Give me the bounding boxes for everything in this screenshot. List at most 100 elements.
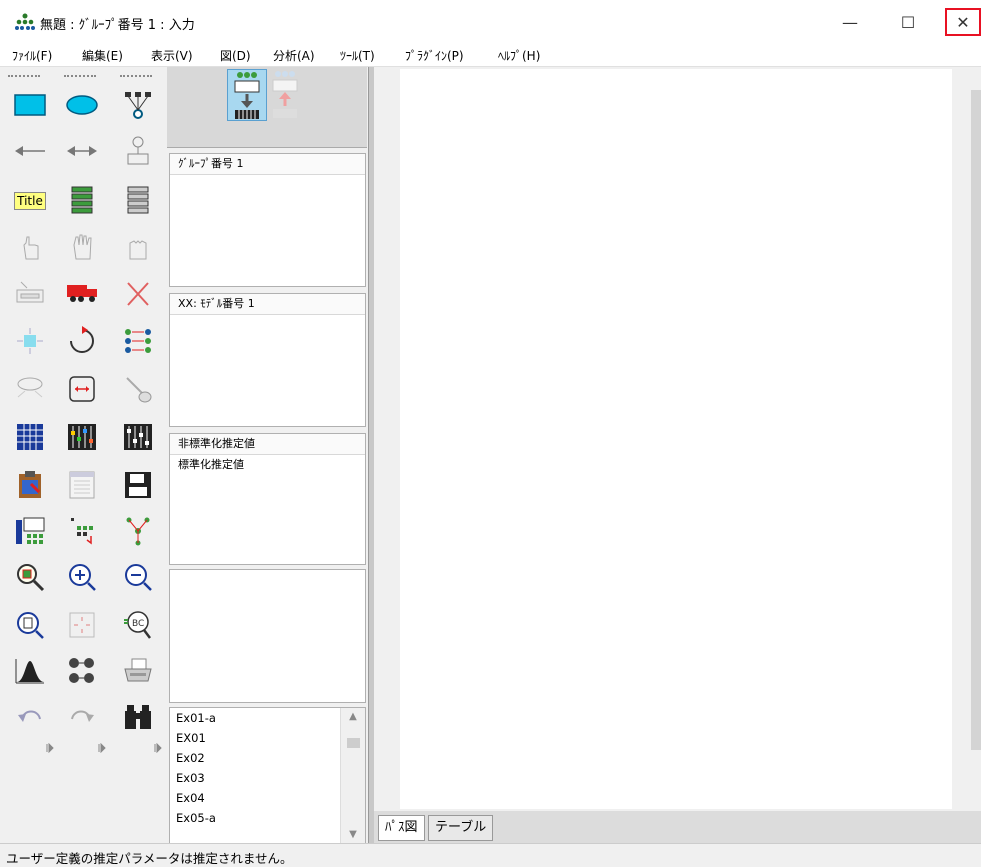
data-grid-icon: [17, 424, 43, 450]
magnifier-tool[interactable]: BC: [118, 607, 158, 643]
title-tool[interactable]: Title: [10, 183, 50, 219]
analysis-properties-tool[interactable]: [62, 419, 102, 455]
list-variables-in-dataset-tool[interactable]: [118, 183, 158, 219]
list-item[interactable]: Ex01-a: [170, 708, 365, 728]
copy-machine-icon: [16, 281, 44, 303]
menu-edit[interactable]: 編集(E): [82, 47, 123, 64]
zoom-in-area-tool[interactable]: [10, 559, 50, 595]
standardized-estimates-item[interactable]: 標準化推定値: [170, 455, 365, 475]
zoom-out-tool[interactable]: [118, 559, 158, 595]
deselect-all-tool[interactable]: [118, 229, 158, 265]
draw-path-tool[interactable]: [10, 133, 50, 169]
erase-x-icon: [127, 282, 149, 306]
draw-latent-indicator-tool[interactable]: [118, 87, 158, 123]
toolbox-expand-icon[interactable]: [46, 743, 54, 753]
undo-tool[interactable]: [10, 699, 50, 735]
toolbox-expand-icon[interactable]: [154, 743, 162, 753]
canvas-scrollbar[interactable]: [971, 90, 981, 750]
multiple-group-analysis-tool[interactable]: [62, 653, 102, 689]
fit-to-page-tool[interactable]: [62, 607, 102, 643]
tab-path-diagram[interactable]: ﾊﾟｽ図: [378, 815, 425, 841]
preserve-symmetries-tool[interactable]: [118, 513, 158, 549]
models-panel: XX: ﾓﾃﾞﾙ番号 1: [169, 293, 366, 427]
select-all-tool[interactable]: [62, 229, 102, 265]
draw-unobserved-variable-tool[interactable]: [62, 87, 102, 123]
toolbox-grip: [8, 75, 40, 79]
bayesian-estimation-tool[interactable]: [10, 653, 50, 689]
menu-bar: ﾌｧｲﾙ(F) 編集(E) 表示(V) 図(D) 分析(A) ﾂｰﾙ(T) ﾌﾟ…: [0, 44, 981, 67]
maximize-button[interactable]: ☐: [890, 8, 926, 36]
files-scrollbar[interactable]: ▲ ▼: [340, 708, 365, 844]
redo-tool[interactable]: [62, 699, 102, 735]
mode-panel: [167, 67, 367, 148]
svg-text:BC: BC: [132, 619, 144, 629]
menu-plugins[interactable]: ﾌﾟﾗｸﾞｲﾝ(P): [405, 47, 464, 64]
redo-icon: [71, 710, 94, 722]
ellipse-icon: [66, 95, 98, 115]
save-diagram-tool[interactable]: [118, 467, 158, 503]
side-panel: ｸﾞﾙｰﾌﾟ番号 1 XX: ﾓﾃﾞﾙ番号 1 非標準化推定値 標準化推定値 E…: [167, 67, 367, 845]
select-data-file-tool[interactable]: [10, 419, 50, 455]
model-item[interactable]: XX: ﾓﾃﾞﾙ番号 1: [170, 294, 365, 315]
add-unique-variable-tool[interactable]: [118, 133, 158, 169]
scroll-tool[interactable]: [62, 371, 102, 407]
status-text: ユーザー定義の推定パラメータは推定されません。: [6, 851, 293, 866]
drag-properties-tool[interactable]: [62, 513, 102, 549]
tab-table[interactable]: テーブル: [428, 815, 494, 841]
menu-file[interactable]: ﾌｧｲﾙ(F): [12, 47, 52, 64]
draw-observed-variable-tool[interactable]: [10, 87, 50, 123]
toolbox-expand-icon[interactable]: [98, 743, 106, 753]
arrow-left-icon: [15, 146, 45, 156]
scroll-up-icon[interactable]: ▲: [341, 708, 365, 726]
menu-analyze[interactable]: 分析(A): [273, 47, 315, 64]
view-page-tool[interactable]: [10, 607, 50, 643]
object-properties-tool[interactable]: [10, 513, 50, 549]
list-variables-in-model-tool[interactable]: [62, 183, 102, 219]
change-shape-tool[interactable]: [10, 323, 50, 359]
computation-summary-panel: [169, 569, 366, 703]
minimize-button[interactable]: —: [832, 8, 868, 36]
duplicate-tool[interactable]: [10, 275, 50, 311]
list-item[interactable]: EX01: [170, 728, 365, 748]
list-item[interactable]: Ex03: [170, 768, 365, 788]
copy-to-clipboard-tool[interactable]: [10, 467, 50, 503]
list-variables-icon: [71, 186, 93, 214]
draw-covariance-tool[interactable]: [62, 133, 102, 169]
move-tool[interactable]: [62, 275, 102, 311]
toolbox-grip: [64, 75, 96, 79]
latent-indicator-icon: [125, 92, 151, 119]
rectangle-icon: [14, 94, 46, 116]
menu-diagram[interactable]: 図(D): [220, 47, 251, 64]
menu-help[interactable]: ﾍﾙﾌﾟ(H): [498, 47, 540, 64]
list-item[interactable]: Ex02: [170, 748, 365, 768]
view-text-tool[interactable]: [62, 467, 102, 503]
scroll-thumb[interactable]: [347, 738, 360, 748]
zoom-in-tool[interactable]: [62, 559, 102, 595]
reflect-indicators-tool[interactable]: [118, 323, 158, 359]
title-bar: 無題 : ｸﾞﾙｰﾌﾟ番号 1 : 入力 — ☐ ✕: [0, 0, 981, 44]
calculate-estimates-tool[interactable]: [118, 419, 158, 455]
output-mode-button[interactable]: [267, 69, 303, 119]
floppy-disk-icon: [125, 472, 151, 498]
erase-tool[interactable]: [118, 275, 158, 311]
truck-icon: [67, 285, 97, 302]
print-diagram-tool[interactable]: [118, 653, 158, 689]
touch-up-tool[interactable]: [118, 371, 158, 407]
list-item[interactable]: Ex05-a: [170, 808, 365, 828]
toolbox-grip: [120, 75, 152, 79]
unstandardized-estimates-item[interactable]: 非標準化推定値: [170, 434, 365, 455]
specification-search-tool[interactable]: [118, 699, 158, 735]
move-parameter-tool[interactable]: [10, 371, 50, 407]
close-button[interactable]: ✕: [945, 8, 981, 36]
list-item[interactable]: Ex04: [170, 788, 365, 808]
menu-tools[interactable]: ﾂｰﾙ(T): [340, 47, 375, 64]
input-mode-button[interactable]: [227, 69, 267, 121]
app-icon: [15, 13, 35, 30]
drawing-canvas[interactable]: [400, 69, 952, 809]
reflect-icon: [125, 329, 151, 353]
menu-view[interactable]: 表示(V): [151, 47, 193, 64]
select-one-tool[interactable]: [10, 229, 50, 265]
rotate-indicators-tool[interactable]: [62, 323, 102, 359]
group-item[interactable]: ｸﾞﾙｰﾌﾟ番号 1: [170, 154, 365, 175]
scroll-down-icon[interactable]: ▼: [341, 826, 365, 844]
